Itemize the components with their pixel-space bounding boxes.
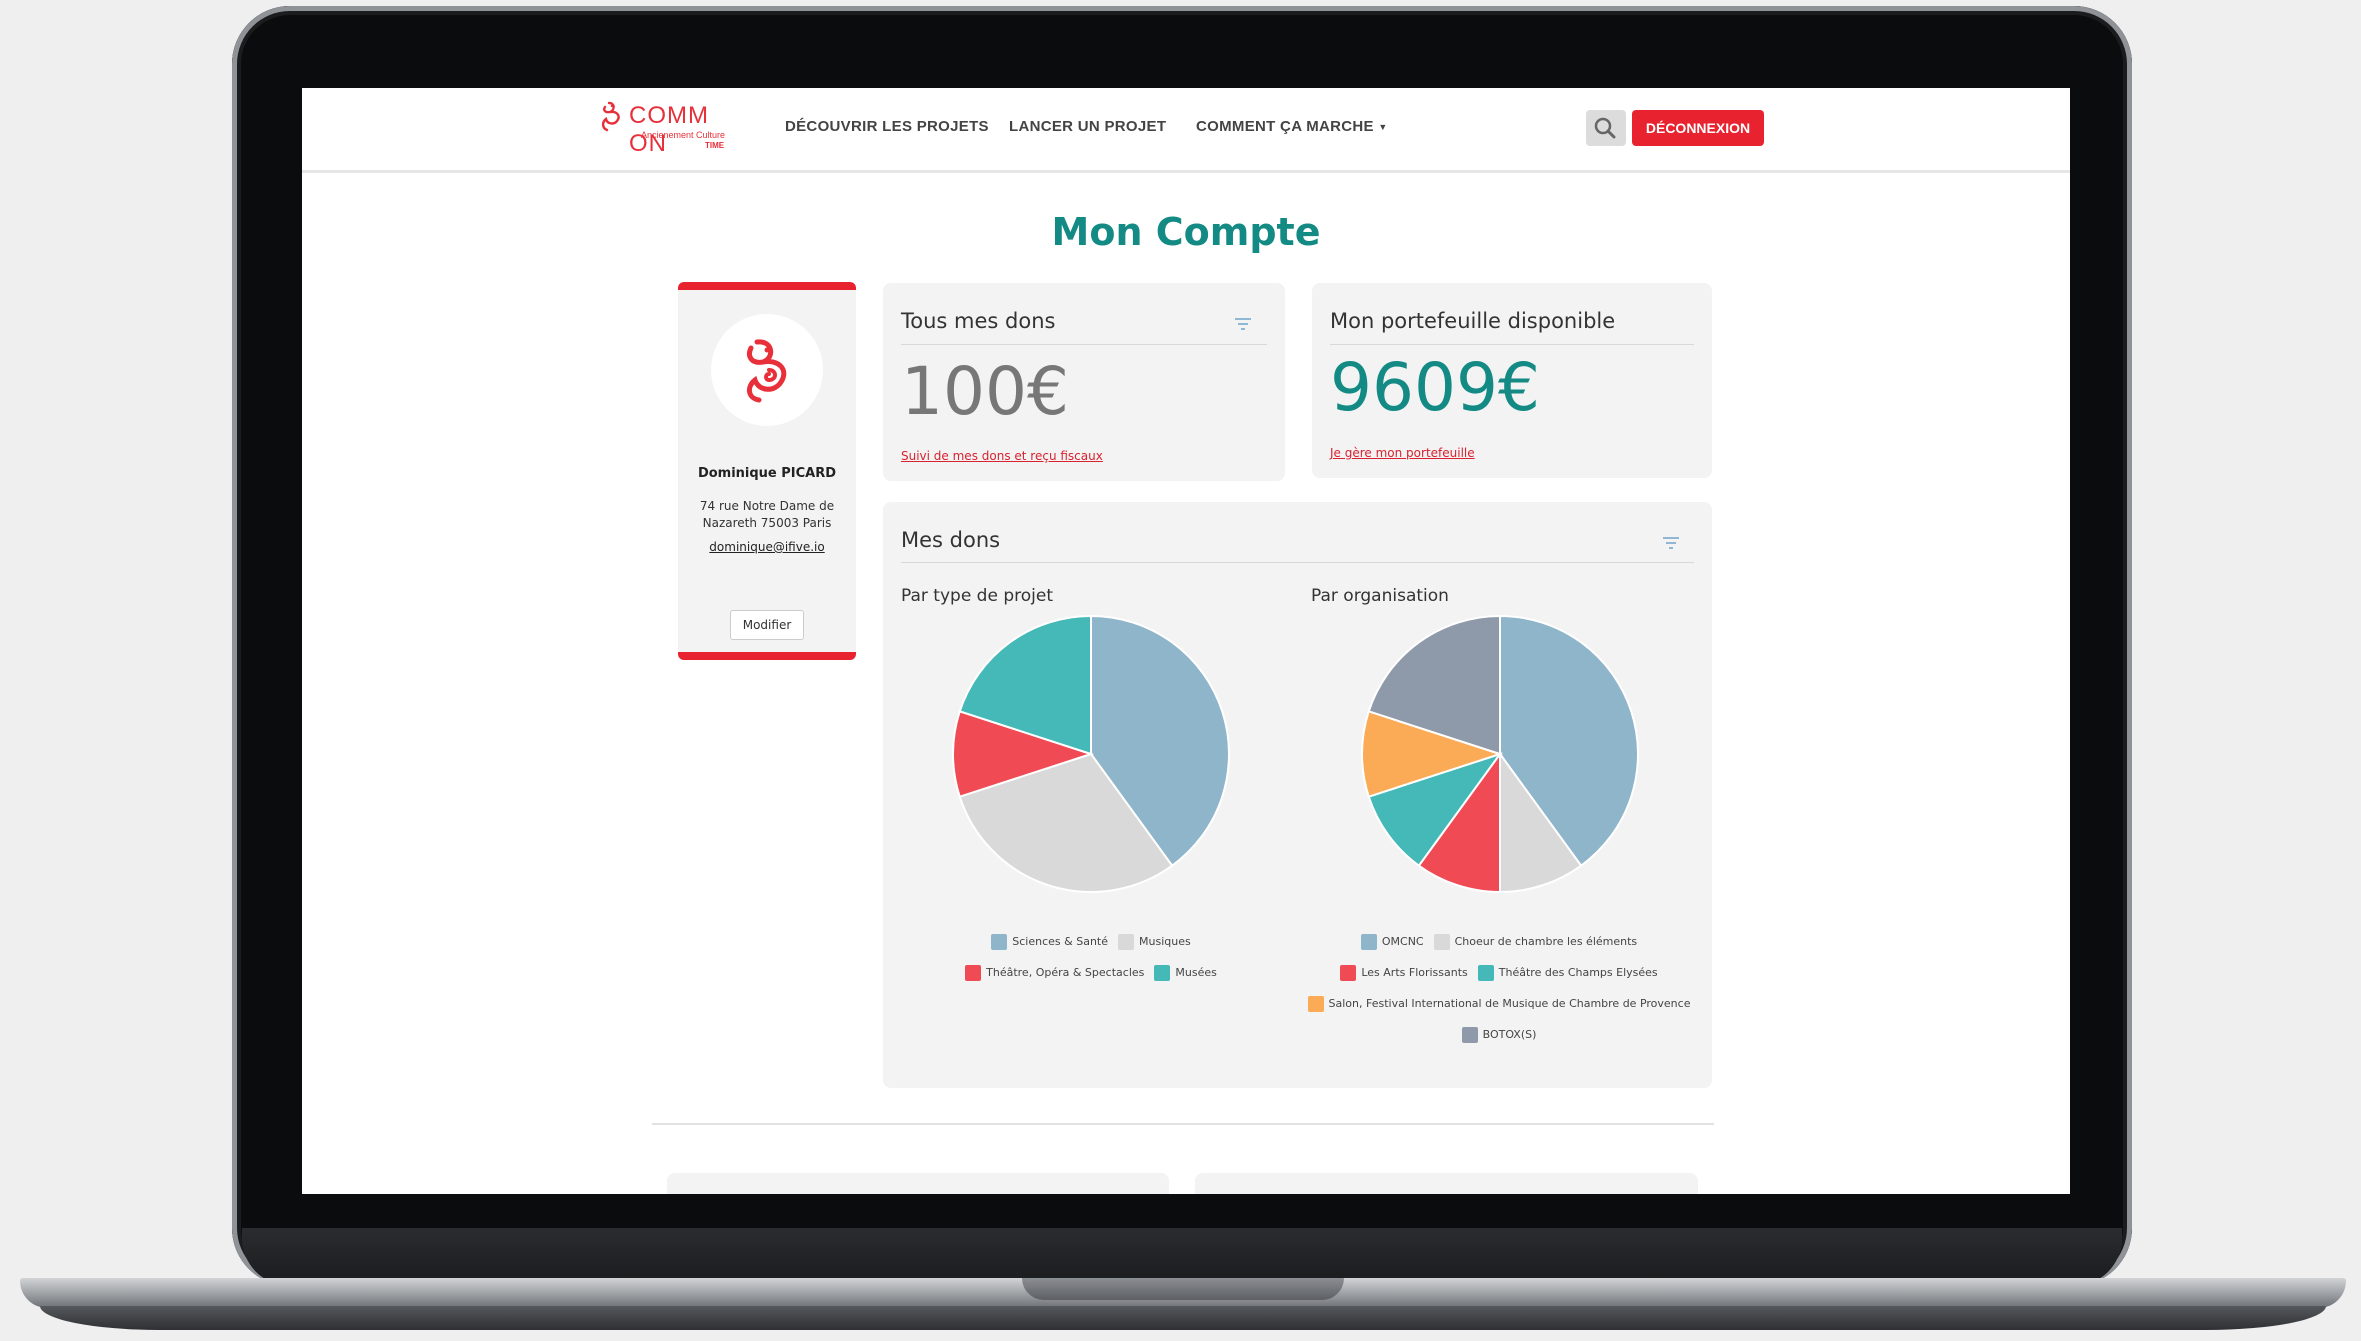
logo[interactable]: COMM ON Ancienement Culture TIME bbox=[599, 100, 749, 157]
legend-swatch bbox=[991, 933, 1008, 950]
legend-swatch bbox=[1340, 964, 1357, 981]
legend-row: Salon, Festival International de Musique… bbox=[1299, 988, 1699, 1019]
card-divider bbox=[901, 344, 1267, 345]
logo-mark-icon bbox=[601, 101, 620, 132]
legend-item-botox-s[interactable]: BOTOX(S) bbox=[1461, 1026, 1537, 1043]
screen: COMM ON Ancienement Culture TIME DÉCOUVR… bbox=[302, 88, 2070, 1194]
legend-swatch bbox=[1360, 933, 1377, 950]
navbar: COMM ON Ancienement Culture TIME DÉCOUVR… bbox=[302, 88, 2070, 173]
wallet-amount: 9609€ bbox=[1330, 349, 1540, 426]
profile-card: Dominique PICARD 74 rue Notre Dame de Na… bbox=[678, 282, 856, 660]
logo-time: TIME bbox=[705, 141, 725, 150]
donations-total-card: Tous mes dons 100€ Suivi de mes dons et … bbox=[883, 283, 1285, 481]
profile-email[interactable]: dominique@ifive.io bbox=[678, 540, 856, 554]
legend-item-sciences-sante[interactable]: Sciences & Santé bbox=[991, 933, 1108, 950]
nav-link-launch[interactable]: LANCER UN PROJET bbox=[1009, 118, 1166, 135]
my-donations-card: Mes dons Par type de projet Sciences & S… bbox=[883, 502, 1712, 1088]
by-org-label: Par organisation bbox=[1311, 586, 1449, 606]
legend-row: OMCNC Choeur de chambre les éléments bbox=[1299, 926, 1699, 957]
pie-chart-by-organisation bbox=[1361, 614, 1639, 894]
legend-item-choeur-de-chambre-les-elements[interactable]: Choeur de chambre les éléments bbox=[1433, 933, 1638, 950]
legend-item-les-arts-florissants[interactable]: Les Arts Florissants bbox=[1340, 964, 1468, 981]
legend-item-musiques[interactable]: Musiques bbox=[1118, 933, 1191, 950]
wallet-card: Mon portefeuille disponible 9609€ Je gèr… bbox=[1312, 283, 1712, 478]
legend-row: BOTOX(S) bbox=[1299, 1019, 1699, 1050]
legend-item-theatre-des-champs-elysees[interactable]: Théâtre des Champs Elysées bbox=[1477, 964, 1658, 981]
legend-label: Choeur de chambre les éléments bbox=[1454, 935, 1638, 948]
legend-swatch bbox=[965, 964, 982, 981]
bottom-card-left bbox=[667, 1173, 1169, 1194]
legend-label: Musiques bbox=[1139, 935, 1191, 948]
legend-label: Sciences & Santé bbox=[1012, 935, 1108, 948]
legend-by-type: Sciences & Santé Musiques Théâtre, Opéra &… bbox=[901, 926, 1281, 988]
search-button[interactable] bbox=[1586, 110, 1626, 146]
legend-label: Salon, Festival International de Musique… bbox=[1328, 997, 1691, 1010]
section-divider bbox=[652, 1123, 1714, 1125]
logout-button[interactable]: DÉCONNEXION bbox=[1632, 110, 1764, 146]
legend-swatch bbox=[1307, 995, 1324, 1012]
legend-row: Les Arts Florissants Théâtre des Champs E… bbox=[1299, 957, 1699, 988]
profile-address: 74 rue Notre Dame de Nazareth 75003 Pari… bbox=[699, 499, 835, 530]
avatar bbox=[711, 314, 823, 426]
legend-swatch bbox=[1154, 964, 1171, 981]
caret-down-icon: ▼ bbox=[1378, 122, 1388, 133]
nav-link-how-label: COMMENT ÇA MARCHE bbox=[1196, 118, 1374, 135]
legend-row: Sciences & Santé Musiques bbox=[901, 926, 1281, 957]
profile-name: Dominique PICARD bbox=[697, 466, 837, 481]
donations-total-amount: 100€ bbox=[901, 353, 1069, 430]
legend-item-omcnc[interactable]: OMCNC bbox=[1360, 933, 1424, 950]
card-divider bbox=[1330, 344, 1694, 345]
my-donations-title: Mes dons bbox=[901, 528, 1001, 552]
legend-label: Théâtre, Opéra & Spectacles bbox=[986, 966, 1145, 979]
donations-tracking-link[interactable]: Suivi de mes dons et reçu fiscaux bbox=[901, 449, 1103, 463]
page-title: Mon Compte bbox=[1051, 210, 1321, 254]
legend-item-musees[interactable]: Musées bbox=[1154, 964, 1217, 981]
legend-swatch bbox=[1118, 933, 1134, 950]
donations-total-title: Tous mes dons bbox=[901, 309, 1056, 333]
wallet-manage-link[interactable]: Je gère mon portefeuille bbox=[1330, 446, 1475, 460]
avatar-logo-icon bbox=[747, 339, 787, 403]
laptop-base-edge bbox=[40, 1306, 2326, 1330]
legend-label: Les Arts Florissants bbox=[1361, 966, 1468, 979]
wallet-title: Mon portefeuille disponible bbox=[1330, 309, 1616, 333]
modify-button[interactable]: Modifier bbox=[730, 610, 804, 640]
bottom-card-right bbox=[1195, 1173, 1698, 1194]
laptop-notch bbox=[1022, 1278, 1344, 1300]
legend-by-organisation: OMCNC Choeur de chambre les éléments Les A… bbox=[1299, 926, 1699, 1050]
filter-icon[interactable] bbox=[1233, 317, 1253, 331]
filter-icon[interactable] bbox=[1661, 536, 1681, 550]
legend-swatch bbox=[1461, 1026, 1478, 1043]
legend-label: BOTOX(S) bbox=[1482, 1028, 1537, 1041]
legend-swatch bbox=[1477, 964, 1494, 981]
card-divider bbox=[901, 562, 1694, 563]
legend-label: Théâtre des Champs Elysées bbox=[1498, 966, 1658, 979]
legend-label: OMCNC bbox=[1381, 935, 1424, 948]
logo-tagline: Ancienement Culture bbox=[641, 130, 726, 140]
pie-chart-by-type bbox=[952, 614, 1230, 893]
legend-swatch bbox=[1433, 933, 1450, 950]
nav-link-how-it-works[interactable]: COMMENT ÇA MARCHE ▼ bbox=[1196, 118, 1388, 135]
by-type-label: Par type de projet bbox=[901, 586, 1053, 606]
legend-label: Musées bbox=[1175, 966, 1217, 979]
search-icon bbox=[1594, 117, 1616, 139]
legend-item-salon-festival-international-de-musique-de-chambre-de-provence[interactable]: Salon, Festival International de Musique… bbox=[1307, 995, 1691, 1012]
legend-item-theatre-opera-spectacles[interactable]: Théâtre, Opéra & Spectacles bbox=[965, 964, 1145, 981]
nav-link-discover[interactable]: DÉCOUVRIR LES PROJETS bbox=[785, 118, 989, 135]
legend-row: Théâtre, Opéra & Spectacles Musées bbox=[901, 957, 1281, 988]
